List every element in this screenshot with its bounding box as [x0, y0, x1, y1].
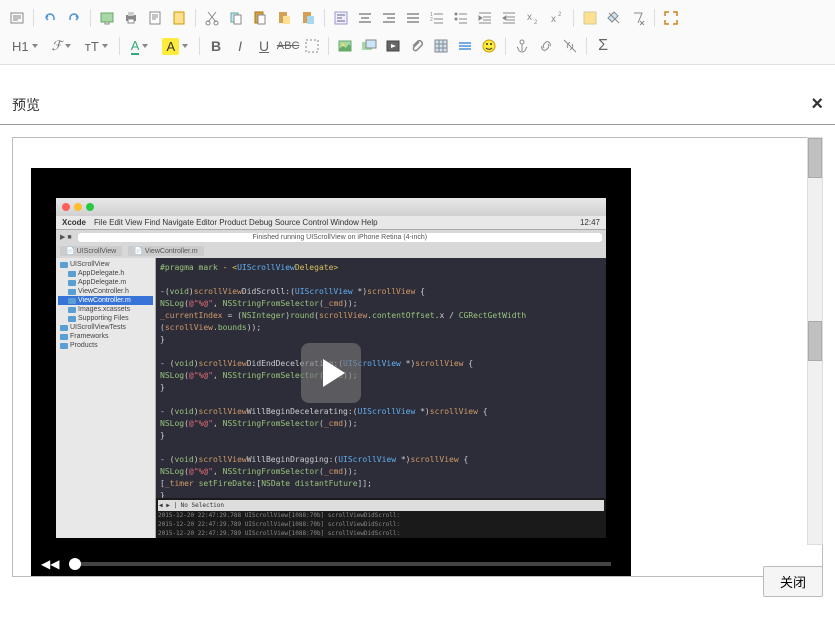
select-all-icon[interactable] [579, 7, 601, 29]
align-center-icon[interactable] [354, 7, 376, 29]
play-icon [323, 359, 345, 387]
console-output: ◀ ▶ | No Selection2015-12-20 22:47:29.78… [156, 498, 606, 538]
ordered-list-icon[interactable]: 12 [426, 7, 448, 29]
paste-icon[interactable] [249, 7, 271, 29]
multi-image-icon[interactable] [358, 35, 380, 57]
outdent-icon[interactable] [498, 7, 520, 29]
close-button[interactable]: 关闭 [763, 566, 823, 597]
border-icon[interactable] [301, 35, 323, 57]
preview-content: Xcode File Edit View Find Navigate Edito… [12, 137, 823, 577]
strikethrough-icon[interactable]: ABC [277, 35, 299, 57]
fullscreen-icon[interactable] [660, 7, 682, 29]
close-icon[interactable]: × [811, 93, 823, 116]
undo-icon[interactable] [39, 7, 61, 29]
anchor-icon[interactable] [511, 35, 533, 57]
superscript-icon[interactable]: x2 [546, 7, 568, 29]
link-icon[interactable] [535, 35, 557, 57]
xcode-toolbar: ▶ ■Finished running UIScrollView on iPho… [56, 230, 606, 244]
align-justify-icon[interactable] [402, 7, 424, 29]
attachment-icon[interactable] [406, 35, 428, 57]
svg-text:2: 2 [534, 20, 538, 26]
mac-menubar: Xcode File Edit View Find Navigate Edito… [56, 216, 606, 230]
paste-text-icon[interactable] [273, 7, 295, 29]
svg-text:x: x [551, 14, 556, 25]
preview-title: 预览 [12, 95, 40, 115]
redo-icon[interactable] [63, 7, 85, 29]
code-editor: #pragma mark - <UIScrollViewDelegate> -(… [156, 258, 606, 538]
image-icon[interactable] [334, 35, 356, 57]
vertical-scrollbar[interactable] [807, 137, 823, 545]
underline-icon[interactable]: U [253, 35, 275, 57]
preview-body: Xcode File Edit View Find Navigate Edito… [0, 125, 835, 605]
xcode-sidebar: UIScrollViewAppDelegate.hAppDelegate.mVi… [56, 258, 156, 538]
play-button[interactable] [301, 343, 361, 403]
remove-format-icon[interactable] [627, 7, 649, 29]
clear-format-icon[interactable] [603, 7, 625, 29]
prev-icon[interactable]: ◀◀ [41, 557, 59, 571]
svg-text:2: 2 [430, 17, 433, 23]
xcode-tabs: 📄 UIScrollView📄 ViewController.m [56, 244, 606, 258]
unordered-list-icon[interactable] [450, 7, 472, 29]
cut-icon[interactable] [201, 7, 223, 29]
heading-dropdown[interactable]: H1 [6, 39, 44, 54]
progress-thumb[interactable] [69, 558, 81, 570]
font-size-dropdown[interactable]: ᴛT [79, 39, 114, 54]
align-left-icon[interactable] [330, 7, 352, 29]
indent-icon[interactable] [474, 7, 496, 29]
preview-icon[interactable] [96, 7, 118, 29]
video-player: Xcode File Edit View Find Navigate Edito… [31, 168, 631, 577]
video-controls: ◀◀ [31, 550, 631, 577]
copy-icon[interactable] [225, 7, 247, 29]
emoji-icon[interactable] [478, 35, 500, 57]
svg-text:x: x [527, 12, 532, 23]
video-icon[interactable] [382, 35, 404, 57]
preview-header: 预览 × [0, 85, 835, 125]
scroll-thumb-top[interactable] [808, 138, 822, 178]
font-family-dropdown[interactable]: ℱ [46, 38, 77, 54]
subscript-icon[interactable]: x2 [522, 7, 544, 29]
svg-text:2: 2 [558, 12, 562, 18]
scroll-thumb-mid[interactable] [808, 321, 822, 361]
editor-toolbar: 12 x2 x2 H1 ℱ ᴛT A A B I U ABC [0, 0, 835, 65]
align-right-icon[interactable] [378, 7, 400, 29]
italic-icon[interactable]: I [229, 35, 251, 57]
mac-titlebar [56, 198, 606, 216]
source-icon[interactable] [6, 7, 28, 29]
hr-icon[interactable] [454, 35, 476, 57]
highlight-dropdown[interactable]: A [156, 38, 194, 55]
print-icon[interactable] [120, 7, 142, 29]
bold-icon[interactable]: B [205, 35, 227, 57]
unlink-icon[interactable] [559, 35, 581, 57]
font-color-dropdown[interactable]: A [125, 38, 155, 55]
paste-word-icon[interactable] [297, 7, 319, 29]
table-icon[interactable] [430, 35, 452, 57]
formula-icon[interactable]: Σ [592, 35, 614, 57]
draft-icon[interactable] [168, 7, 190, 29]
template-icon[interactable] [144, 7, 166, 29]
progress-bar[interactable] [69, 562, 611, 566]
